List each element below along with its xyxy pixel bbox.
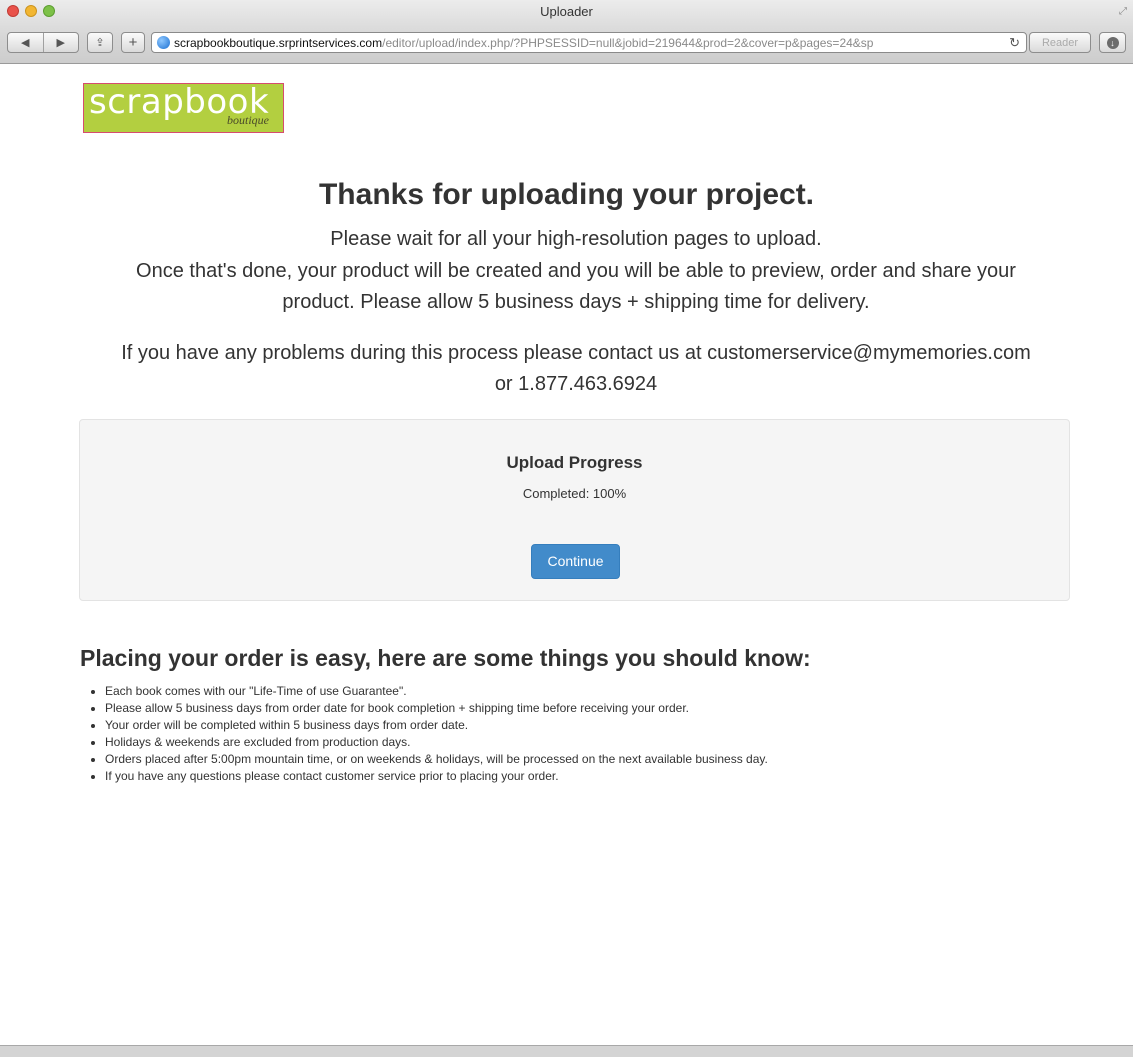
order-info-heading: Placing your order is easy, here are som… [80,645,811,671]
contact-line-2: or 1.877.463.6924 [494,373,658,395]
upload-progress-status: Completed: 100% [522,486,627,501]
browser-toolbar: ◀ ▶ ⇪ + scrapbookboutique.srprintservice… [0,29,1133,59]
page-headline: Thanks for uploading your project. [318,178,815,211]
browser-window-titlebar: Uploader ⤢ ◀ ▶ ⇪ + scrapbookboutique.srp… [0,0,1133,64]
back-forward-buttons: ◀ ▶ [7,32,79,53]
contact-line-1: If you have any problems during this pro… [121,342,1031,364]
window-title: Uploader [540,4,593,19]
logo-sub-text: boutique [227,113,269,127]
url-domain: scrapbookboutique.srprintservices.com [174,35,383,50]
intro-line-3: product. Please allow 5 business days + … [282,291,870,313]
continue-button[interactable]: Continue [531,544,620,579]
browser-status-bar [0,1045,1133,1057]
forward-button[interactable]: ▶ [44,36,79,49]
share-button[interactable]: ⇪ [87,32,113,53]
download-icon: ↓ [1106,36,1119,49]
fullscreen-icon[interactable]: ⤢ [1119,6,1127,17]
intro-line-1: Please wait for all your high-resolution… [330,228,822,250]
address-bar[interactable]: scrapbookboutique.srprintservices.com /e… [151,32,1027,53]
list-item: Holidays & weekends are excluded from pr… [105,734,768,751]
back-button[interactable]: ◀ [8,36,43,49]
brand-logo[interactable]: scrapbook boutique [83,82,284,133]
order-tips-list: Each book comes with our "Life-Time of u… [87,683,768,785]
intro-line-2: Once that's done, your product will be c… [136,260,1016,282]
upload-progress-panel: Upload Progress Completed: 100% Continue [79,419,1070,601]
list-item: If you have any questions please contact… [105,768,768,785]
downloads-button[interactable]: ↓ [1099,32,1126,53]
globe-icon [157,36,170,49]
add-bookmark-button[interactable]: + [121,32,145,53]
url-path: /editor/upload/index.php/?PHPSESSID=null… [382,35,874,50]
upload-progress-title: Upload Progress [506,453,643,472]
list-item: Each book comes with our "Life-Time of u… [105,683,768,700]
list-item: Please allow 5 business days from order … [105,700,768,717]
list-item: Orders placed after 5:00pm mountain time… [105,751,768,768]
list-item: Your order will be completed within 5 bu… [105,717,768,734]
reader-button[interactable]: Reader [1029,32,1091,53]
reload-icon[interactable]: ↻ [1003,35,1026,51]
